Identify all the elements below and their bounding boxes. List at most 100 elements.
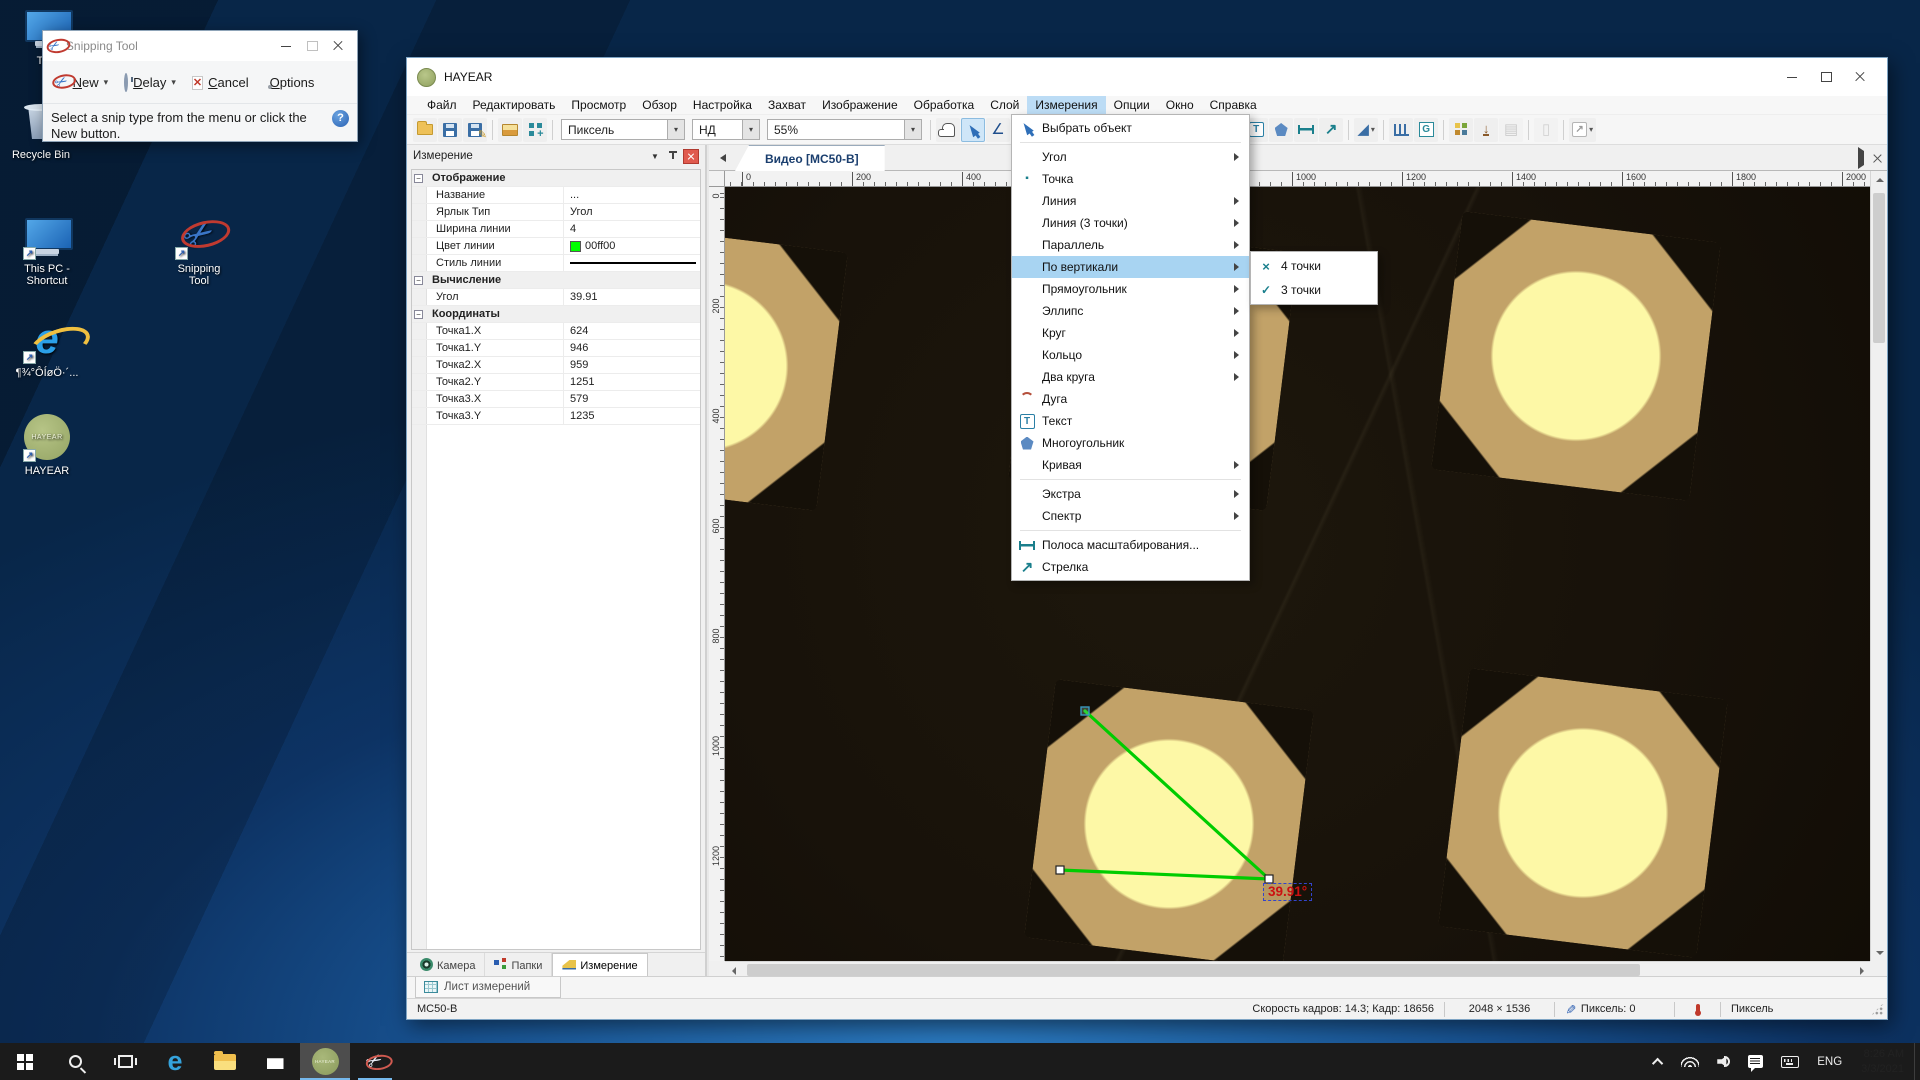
volume-icon[interactable] <box>1708 1043 1739 1080</box>
submenu-item-4 точки[interactable]: ×4 точки <box>1251 254 1377 278</box>
property-value[interactable]: 624 <box>563 323 700 339</box>
edge-button[interactable]: e <box>150 1043 200 1080</box>
angle-tool[interactable]: ∠ <box>986 118 1010 142</box>
property-row[interactable]: Точка3.X579 <box>412 391 700 408</box>
scalebar-tool[interactable] <box>1294 118 1318 142</box>
panel-tab-Папки[interactable]: Папки <box>485 953 552 978</box>
export[interactable]: ↗▾ <box>1569 118 1596 142</box>
h-scroll-thumb[interactable] <box>747 964 1640 976</box>
panel-close-icon[interactable] <box>683 149 699 164</box>
snapshot-image[interactable] <box>498 118 522 142</box>
menu-item-Параллель[interactable]: Параллель <box>1012 234 1249 256</box>
desktop-icon-hayear-shortcut[interactable]: HAYEAR↗HAYEAR <box>6 412 88 477</box>
save-edit[interactable]: ✎ <box>463 118 487 142</box>
menu-item-Стрелка[interactable]: ↗Стрелка <box>1012 556 1249 578</box>
snip-cancel-button[interactable]: ✕Cancel <box>186 70 255 94</box>
property-value[interactable]: ... <box>563 187 700 203</box>
menubar-item[interactable]: Захват <box>760 96 814 114</box>
property-value[interactable]: 39.91 <box>563 289 700 305</box>
property-value[interactable]: 946 <box>563 340 700 356</box>
grid-overlay[interactable]: G <box>1414 118 1438 142</box>
zoom-combo[interactable]: 55%▾ <box>767 119 922 140</box>
tab-scroll-right-icon[interactable] <box>1858 151 1864 165</box>
v-scroll-thumb[interactable] <box>1873 193 1885 343</box>
property-row[interactable]: Цвет линии00ff00 <box>412 238 700 255</box>
panel-tab-Измерение[interactable]: Измерение <box>552 953 647 978</box>
menubar-item[interactable]: Обзор <box>634 96 685 114</box>
panel-dropdown-icon[interactable]: ▼ <box>647 149 663 164</box>
menu-item-Угол[interactable]: Угол <box>1012 146 1249 168</box>
help-icon[interactable]: ? <box>332 110 349 127</box>
menubar-item[interactable]: Редактировать <box>465 96 564 114</box>
angle-value-label[interactable]: 39.91° <box>1263 883 1312 901</box>
property-row[interactable]: Ширина линии4 <box>412 221 700 238</box>
maximize-button[interactable] <box>299 36 325 56</box>
property-value[interactable]: Угол <box>563 204 700 220</box>
close-button[interactable] <box>1843 64 1877 90</box>
desktop-icon-this-pc-shortcut[interactable]: ↗This PC -Shortcut <box>6 210 88 287</box>
notification-icon[interactable] <box>1739 1043 1772 1080</box>
tab-scroll-left-icon[interactable] <box>715 150 730 166</box>
property-row[interactable]: Точка3.Y1235 <box>412 408 700 425</box>
panel-pin-icon[interactable] <box>665 149 681 164</box>
property-value[interactable]: 579 <box>563 391 700 407</box>
snipping-task-button[interactable]: ✂ <box>350 1043 400 1080</box>
menubar-item[interactable]: Опции <box>1106 96 1158 114</box>
property-value[interactable]: 00ff00 <box>563 238 700 254</box>
snip-options-button[interactable]: Options <box>259 71 321 94</box>
histogram[interactable] <box>1389 118 1413 142</box>
polygon-tool[interactable] <box>1269 118 1293 142</box>
property-row[interactable]: Точка2.X959 <box>412 357 700 374</box>
desktop-icon-snipping-tool[interactable]: ✂↗SnippingTool <box>158 210 240 287</box>
property-row[interactable]: Угол39.91 <box>412 289 700 306</box>
menubar-item[interactable]: Просмотр <box>563 96 634 114</box>
store-button[interactable] <box>250 1043 300 1080</box>
menu-item-Два круга[interactable]: Два круга <box>1012 366 1249 388</box>
clipboard[interactable]: ▯ <box>1534 118 1558 142</box>
menu-item-Линия[interactable]: Линия <box>1012 190 1249 212</box>
property-row[interactable]: Стиль линии <box>412 255 700 272</box>
menu-item-Спектр[interactable]: Спектр <box>1012 505 1249 527</box>
menu-item-Выбрать объект[interactable]: Выбрать объект <box>1012 117 1249 139</box>
panel-tab-Камера[interactable]: Камера <box>411 953 485 978</box>
menubar-item[interactable]: Измерения <box>1027 96 1105 114</box>
collapse-icon[interactable]: − <box>414 174 423 183</box>
property-row[interactable]: Точка1.X624 <box>412 323 700 340</box>
collapse-icon[interactable]: − <box>414 276 423 285</box>
language-indicator[interactable]: ENG <box>1808 1043 1851 1080</box>
menu-item-Прямоугольник[interactable]: Прямоугольник <box>1012 278 1249 300</box>
property-row[interactable]: Точка1.Y946 <box>412 340 700 357</box>
menu-item-Кольцо[interactable]: Кольцо <box>1012 344 1249 366</box>
touch-keyboard-icon[interactable] <box>1772 1043 1808 1080</box>
unit-combo[interactable]: Пиксель▾ <box>561 119 685 140</box>
clock[interactable]: 8:26 AM 3/3/2021 <box>1851 1047 1914 1076</box>
property-row[interactable]: Ярлык ТипУгол <box>412 204 700 221</box>
video-tab[interactable]: Видео [MC50-B] <box>735 145 885 171</box>
open-file[interactable] <box>413 118 437 142</box>
tray-chevron-icon[interactable] <box>1646 1043 1672 1080</box>
property-value[interactable]: 1235 <box>563 408 700 424</box>
menu-item-Текст[interactable]: TТекст <box>1012 410 1249 432</box>
snip-new-button[interactable]: ✂New▾ <box>49 69 114 95</box>
export-grid[interactable] <box>1449 118 1473 142</box>
menu-item-Точка[interactable]: ▪Точка <box>1012 168 1249 190</box>
menu-item-Многоугольник[interactable]: Многоугольник <box>1012 432 1249 454</box>
menu-item-Круг[interactable]: Круг <box>1012 322 1249 344</box>
minimize-button[interactable] <box>273 36 299 56</box>
snip-delay-button[interactable]: Delay▾ <box>118 71 182 94</box>
search-button[interactable] <box>50 1043 100 1080</box>
tab-close-icon[interactable] <box>1872 153 1883 164</box>
pan-tool[interactable] <box>936 118 960 142</box>
submenu-item-3 точки[interactable]: ✓3 точки <box>1251 278 1377 302</box>
scroll-down-icon[interactable] <box>1871 944 1888 961</box>
calibrate[interactable]: ◢▾ <box>1354 118 1378 142</box>
menubar-item[interactable]: Слой <box>982 96 1027 114</box>
select-tool[interactable] <box>961 118 985 142</box>
menu-item-Экстра[interactable]: Экстра <box>1012 483 1249 505</box>
task-view-button[interactable] <box>100 1043 150 1080</box>
arrow-tool[interactable]: ↗ <box>1319 118 1343 142</box>
collapse-icon[interactable]: − <box>414 310 423 319</box>
maximize-button[interactable] <box>1809 64 1843 90</box>
hayear-task-button[interactable]: HAYEAR <box>300 1043 350 1080</box>
property-row[interactable]: Название... <box>412 187 700 204</box>
